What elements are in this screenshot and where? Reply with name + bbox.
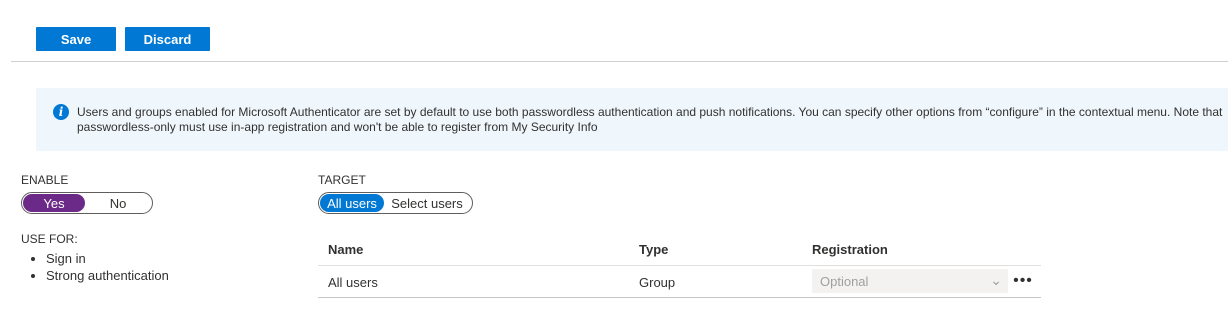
toolbar-divider [11,61,1228,62]
registration-dropdown[interactable]: Optional ⌄ [812,269,1008,293]
save-button[interactable]: Save [36,27,116,51]
info-banner: i Users and groups enabled for Microsoft… [36,88,1228,151]
use-for-label: USE FOR: [21,232,78,246]
column-header-registration: Registration [812,242,888,257]
enable-label: ENABLE [21,173,69,187]
use-for-list: Sign in Strong authentication [30,250,169,284]
column-header-name: Name [328,242,364,257]
list-item: Sign in [46,250,169,267]
target-all-users-option[interactable]: All users [320,194,384,212]
target-label: TARGET [318,173,366,187]
info-icon: i [53,104,69,120]
target-toggle[interactable]: All users Select users [318,192,473,214]
enable-no-option[interactable]: No [85,194,151,212]
target-select-users-option[interactable]: Select users [384,194,470,212]
enable-toggle[interactable]: Yes No [21,192,153,214]
chevron-down-icon: ⌄ [990,272,1002,288]
row-divider [318,297,1041,298]
row-type-cell: Group [639,275,676,290]
discard-button[interactable]: Discard [125,27,210,51]
info-text: Users and groups enabled for Microsoft A… [77,105,1228,135]
enable-yes-option[interactable]: Yes [23,194,85,212]
info-text-line-2: passwordless-only must use in-app regist… [77,120,598,134]
registration-dropdown-value: Optional [820,273,869,289]
row-name-cell: All users [328,275,378,290]
more-options-icon[interactable]: ••• [1012,270,1034,292]
header-divider [318,265,1041,266]
list-item: Strong authentication [46,267,169,284]
column-header-type: Type [639,242,669,257]
info-text-line-1: Users and groups enabled for Microsoft A… [77,105,1223,119]
